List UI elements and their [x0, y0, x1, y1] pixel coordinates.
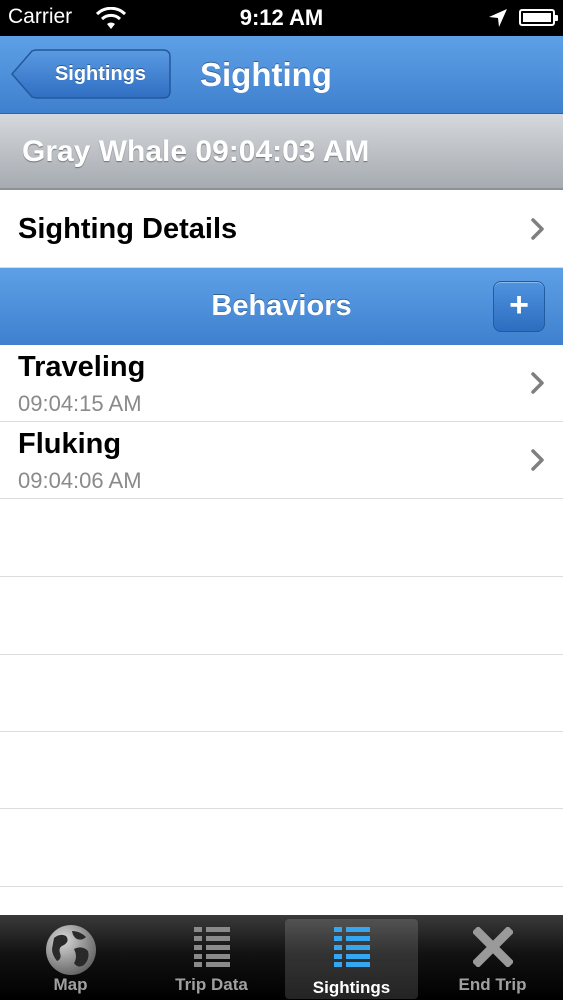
behavior-row[interactable]: Traveling 09:04:15 AM [0, 345, 563, 422]
list-icon [193, 927, 230, 967]
tab-label: Trip Data [175, 975, 248, 994]
sighting-header: Gray Whale 09:04:03 AM [0, 114, 563, 190]
behavior-row[interactable]: Fluking 09:04:06 AM [0, 422, 563, 499]
tab-label: End Trip [458, 975, 527, 994]
tab-bar: Map Trip Data Sightings End Trip [0, 915, 563, 1000]
sighting-details-label: Sighting Details [18, 213, 238, 245]
chevron-right-icon [531, 218, 544, 240]
battery-icon [519, 9, 558, 26]
chevron-right-icon [531, 449, 544, 471]
behaviors-section-header: Behaviors + [0, 268, 563, 345]
behavior-name: Fluking [18, 428, 122, 460]
back-button[interactable]: Sightings [10, 49, 171, 99]
clock: 9:12 AM [239, 5, 324, 30]
status-bar: Carrier 9:12 AM [0, 0, 563, 36]
tab-map[interactable]: Map [0, 915, 141, 1000]
tab-sightings[interactable]: Sightings [285, 919, 418, 999]
x-icon [472, 927, 513, 967]
globe-icon [45, 925, 96, 975]
tab-label: Map [53, 975, 88, 994]
tab-trip-data[interactable]: Trip Data [141, 915, 282, 1000]
table-separator [0, 654, 563, 655]
chevron-right-icon [531, 372, 544, 394]
list-icon [333, 927, 370, 967]
behavior-time: 09:04:15 AM [18, 391, 142, 416]
navigation-bar: Sightings Sighting [0, 36, 563, 114]
behavior-name: Traveling [18, 351, 146, 383]
table-separator [0, 808, 563, 809]
add-behavior-button[interactable]: + [493, 281, 545, 332]
back-button-label: Sightings [54, 63, 147, 85]
table-separator [0, 886, 563, 887]
page-title: Sighting [200, 56, 332, 93]
sighting-details-row[interactable]: Sighting Details [0, 190, 563, 268]
behavior-time: 09:04:06 AM [18, 468, 142, 493]
sighting-title: Gray Whale 09:04:03 AM [22, 135, 370, 168]
behaviors-title: Behaviors [211, 290, 352, 322]
tab-end-trip[interactable]: End Trip [422, 915, 563, 1000]
location-arrow-icon [489, 9, 507, 27]
table-separator [0, 731, 563, 732]
tab-label: Sightings [312, 978, 391, 997]
table-separator [0, 576, 563, 577]
